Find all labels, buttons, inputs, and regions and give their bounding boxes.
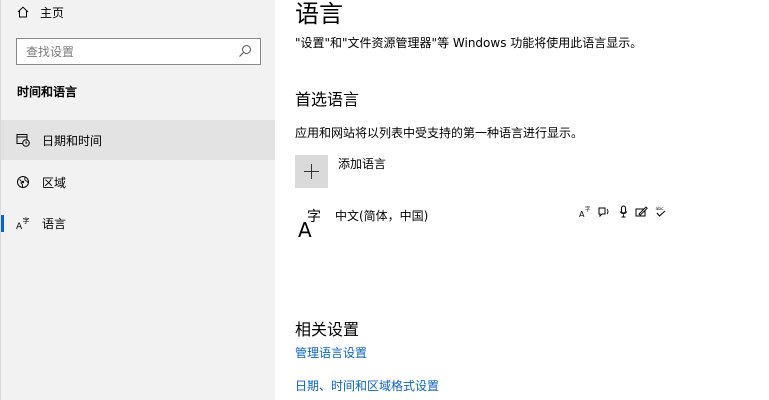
svg-text:字: 字 bbox=[585, 205, 591, 213]
main-content: 语言 "设置"和"文件资源管理器"等 Windows 功能将使用此语言显示。 首… bbox=[275, 0, 769, 400]
calendar-clock-icon bbox=[16, 134, 30, 147]
search-input[interactable] bbox=[17, 39, 236, 64]
sidebar: 主页 时间和语言 日期和时间 区域 A 字 语言 bbox=[0, 0, 275, 400]
page-title: 语言 bbox=[295, 0, 343, 28]
language-name[interactable]: 中文(简体，中国) bbox=[335, 207, 428, 224]
sidebar-item-language[interactable]: A 字 语言 bbox=[1, 203, 275, 243]
add-language-label[interactable]: 添加语言 bbox=[338, 155, 386, 172]
preferred-languages-heading: 首选语言 bbox=[295, 90, 360, 109]
language-list-item[interactable]: A 字 bbox=[297, 206, 331, 242]
globe-icon bbox=[17, 176, 29, 188]
sidebar-item-label: 语言 bbox=[42, 217, 67, 231]
svg-text:字: 字 bbox=[307, 209, 321, 225]
search-box[interactable] bbox=[16, 38, 261, 65]
language-glyph-icon: A 字 bbox=[298, 209, 321, 242]
date-time-region-format-link[interactable]: 日期、时间和区域格式设置 bbox=[295, 377, 439, 394]
selection-indicator bbox=[1, 215, 4, 232]
svg-text:abc: abc bbox=[656, 206, 665, 212]
page-description: "设置"和"文件资源管理器"等 Windows 功能将使用此语言显示。 bbox=[295, 36, 643, 50]
spellcheck-icon: abc bbox=[656, 206, 666, 217]
display-language-icon: A 字 bbox=[579, 205, 591, 218]
language-icon: A 字 bbox=[16, 216, 30, 230]
speech-icon bbox=[598, 207, 609, 218]
section-title: 时间和语言 bbox=[17, 85, 78, 99]
sidebar-item-region[interactable]: 区域 bbox=[1, 162, 275, 202]
sidebar-item-label: 区域 bbox=[42, 176, 67, 190]
handwriting-icon bbox=[635, 206, 648, 217]
microphone-icon bbox=[619, 205, 628, 218]
manage-language-settings-link[interactable]: 管理语言设置 bbox=[295, 344, 367, 361]
related-settings-heading: 相关设置 bbox=[295, 320, 360, 339]
add-language-button[interactable] bbox=[295, 155, 328, 188]
sidebar-item-date-time[interactable]: 日期和时间 bbox=[1, 120, 275, 160]
sidebar-item-label: 日期和时间 bbox=[42, 134, 103, 148]
search-icon[interactable] bbox=[238, 44, 252, 58]
home-label: 主页 bbox=[40, 5, 65, 20]
plus-icon bbox=[304, 164, 319, 179]
home-nav-item[interactable]: 主页 bbox=[17, 2, 64, 22]
preferred-languages-description: 应用和网站将以列表中受支持的第一种语言进行显示。 bbox=[295, 126, 584, 140]
home-icon bbox=[17, 6, 29, 18]
svg-text:字: 字 bbox=[23, 216, 30, 225]
